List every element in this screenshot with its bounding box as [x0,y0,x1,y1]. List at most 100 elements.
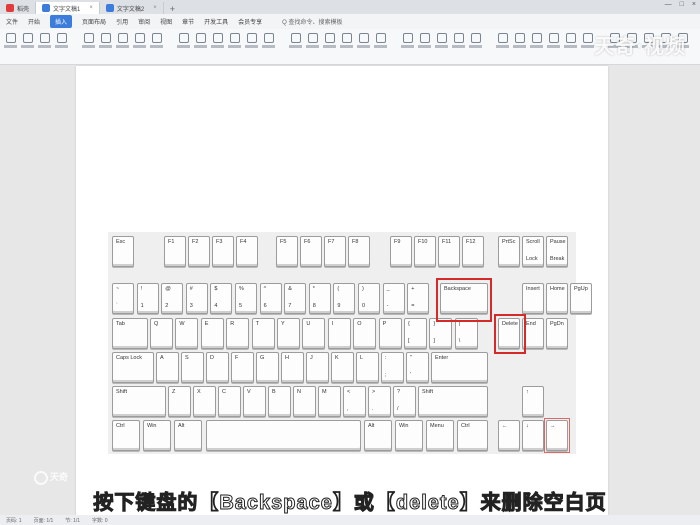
key-home: Home [546,283,568,314]
key-num: % 5 [235,283,257,314]
menu-item-file[interactable]: 文件 [6,17,18,26]
key-menu: Menu [426,420,454,451]
ribbon-tool-icon[interactable] [401,32,414,61]
key-letter: C [218,386,241,417]
keyboard-image: Esc F1 F2 F3 F4 F5 F6 F7 F8 F9 F10 F11 F12 PrtSc Scrol… [108,232,592,454]
key-pgdn: PgDn [546,318,568,349]
ribbon-tool-icon[interactable] [323,32,336,61]
key-f4: F4 [236,236,258,267]
key-bracket: {[ [404,318,427,349]
tab-document-1[interactable]: 文字文稿1 × [36,2,100,14]
menu-item-member[interactable]: 会员专享 [238,17,262,26]
key-letter: D [206,352,229,383]
key-f6: F6 [300,236,322,267]
key-num: + = [407,283,430,314]
ribbon-tool-icon[interactable] [21,32,34,61]
key-letter: L [356,352,379,383]
close-icon[interactable]: × [89,5,93,11]
ribbon-tool-icon[interactable] [581,32,594,61]
menu-bar: 文件 开始 插入 页面布局 引用 审阅 视图 章节 开发工具 会员专享 Q 查找… [0,14,700,29]
key-num: #3 [185,283,208,314]
key-esc: Esc [112,236,134,267]
ribbon-tool-icon[interactable] [513,32,526,61]
ribbon-tool-icon[interactable] [435,32,448,61]
close-icon[interactable]: × [153,5,157,11]
new-tab-button[interactable]: + [164,4,181,14]
key-f1: F1 [164,236,186,267]
key-f9: F9 [390,236,412,267]
key-letter: A [156,352,179,383]
key-arrow-up: ↑ [522,386,544,417]
command-search[interactable]: Q 查找命令、搜索模板 [282,17,342,26]
key-caps-lock: Caps Lock [112,352,154,383]
menu-item-view[interactable]: 视图 [160,17,172,26]
key-pgup: PgUp [570,283,592,314]
minimize-icon[interactable]: — [665,1,672,8]
tab-document-2[interactable]: 文字文稿2 × [100,2,164,14]
menu-item-insert[interactable]: 插入 [50,15,73,28]
ribbon-tool-icon[interactable] [547,32,560,61]
key-f12: F12 [462,236,484,267]
maximize-icon[interactable]: □ [680,1,684,8]
key-arrow-down: ↓ [522,420,544,451]
ribbon-tool-icon[interactable] [564,32,577,61]
ribbon-tool-icon[interactable] [177,32,190,61]
ribbon-tool-icon[interactable] [211,32,224,61]
key-letter: Q [150,318,173,349]
ribbon-tool-icon[interactable] [340,32,353,61]
ribbon-tool-icon[interactable] [262,32,275,61]
key-letter: B [268,386,291,417]
ribbon-tool-icon[interactable] [4,32,17,61]
ribbon-tool-icon[interactable] [228,32,241,61]
key-punct: :; [381,352,404,383]
key-letter: V [243,386,266,417]
close-window-icon[interactable]: × [692,1,696,8]
key-punct: <, [343,386,366,417]
tab-docer[interactable]: 稻壳 [0,2,37,14]
menu-item-section[interactable]: 章节 [182,17,194,26]
ribbon-tool-icon[interactable] [496,32,509,61]
tab-label: 文字文稿2 [116,6,145,13]
ribbon-tool-icon[interactable] [289,32,302,61]
menu-item-home[interactable]: 开始 [28,17,40,26]
highlight-backspace [436,278,492,322]
ribbon-tool-icon[interactable] [194,32,207,61]
ribbon-tool-icon[interactable] [116,32,129,61]
ribbon-tool-icon[interactable] [530,32,543,61]
key-enter: Enter [431,352,488,383]
key-letter: T [251,318,275,349]
key-ctrl-left: Ctrl [112,420,140,451]
ribbon-tool-icon[interactable] [452,32,465,61]
status-bar: 页码: 1 页面: 1/1 节: 1/1 字数: 0 [0,515,700,525]
ribbon-tool-icon[interactable] [418,32,431,61]
ribbon-tool-icon[interactable] [133,32,146,61]
writer-icon [105,4,114,12]
menu-item-review[interactable]: 审阅 [138,17,150,26]
key-shift-right: Shift [418,386,488,417]
ribbon-tool-icon[interactable] [82,32,95,61]
ribbon-tool-icon[interactable] [245,32,258,61]
ribbon-tool-icon[interactable] [150,32,163,61]
key-f11: F11 [438,236,460,267]
ribbon-tool-icon[interactable] [99,32,112,61]
writer-icon [42,4,51,12]
ribbon-tool-icon[interactable] [38,32,51,61]
key-f2: F2 [188,236,210,267]
menu-item-references[interactable]: 引用 [116,17,128,26]
key-letter: M [318,386,341,417]
menu-item-layout[interactable]: 页面布局 [82,17,106,26]
ribbon-tool-icon[interactable] [357,32,370,61]
key-tab: Tab [112,318,148,349]
ribbon-tool-icon[interactable] [55,32,68,61]
key-letter: W [175,318,199,349]
key-letter: E [200,318,224,349]
key-arrow-left: ← [498,420,520,451]
tab-label: 文字文稿1 [53,6,81,13]
ribbon-tool-icon[interactable] [306,32,319,61]
ribbon-tool-icon[interactable] [374,32,387,61]
menu-item-dev-tools[interactable]: 开发工具 [204,17,228,26]
status-words: 字数: 0 [92,517,108,524]
key-num: ~ ` [112,283,134,314]
key-letter: G [256,352,279,383]
ribbon-tool-icon[interactable] [469,32,482,61]
